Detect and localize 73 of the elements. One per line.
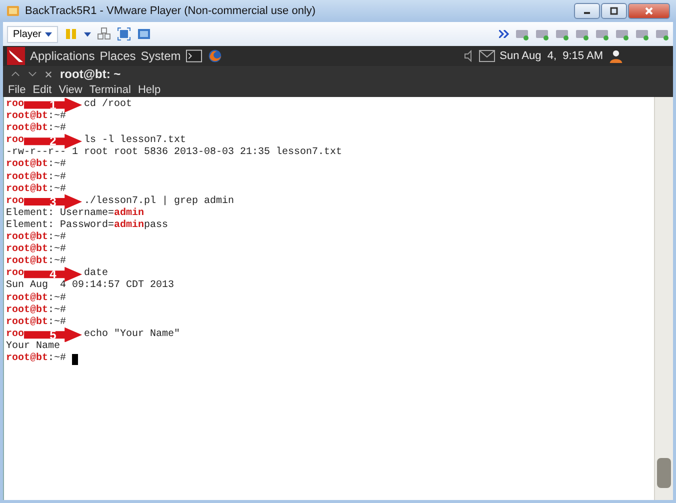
prompt: root@bt:~#	[6, 159, 66, 172]
device-icon[interactable]	[515, 27, 529, 41]
device-icon[interactable]	[595, 27, 609, 41]
close-icon[interactable]	[45, 70, 52, 78]
prompt: roo	[6, 268, 24, 280]
menu-item[interactable]: Edit	[32, 84, 52, 96]
prompt: root@bt:~#	[6, 292, 66, 304]
panel-menu[interactable]: System	[140, 49, 181, 63]
chevron-icon[interactable]	[499, 30, 509, 38]
window-title: BackTrack5R1 - VMware Player (Non-commercial use only)	[25, 5, 316, 17]
panel-menu[interactable]: Applications	[30, 49, 95, 63]
prompt: root@bt:~#	[6, 232, 66, 244]
output-text: admin	[114, 220, 144, 231]
terminal-icon[interactable]	[186, 49, 202, 63]
device-icon[interactable]	[535, 27, 549, 41]
device-icon[interactable]	[615, 27, 629, 41]
network-icon[interactable]	[97, 27, 112, 41]
maximize-button[interactable]	[601, 3, 627, 19]
prompt: root@bt:~#	[6, 172, 66, 184]
device-icon[interactable]	[655, 27, 669, 41]
prompt: root@bt:~#	[6, 123, 66, 136]
scroll-thumb[interactable]	[657, 458, 671, 488]
command: cd /root	[84, 99, 132, 112]
device-icon[interactable]	[635, 27, 649, 41]
output-text: Your Name	[6, 340, 60, 352]
prompt: roo	[6, 135, 24, 148]
command: ./lesson7.pl | grep admin	[84, 196, 234, 208]
panel-menu[interactable]: Places	[100, 49, 136, 63]
clock[interactable]: Sun Aug 4, 9:15 AM	[500, 50, 603, 62]
prompt: root@bt:~#	[6, 316, 66, 329]
command: date	[84, 268, 108, 280]
output-text: Sun Aug 4 09:14:57 CDT 2013	[6, 280, 174, 292]
scrollbar[interactable]	[654, 97, 673, 500]
command: ls -l lesson7.txt	[84, 135, 186, 147]
up-icon[interactable]	[11, 71, 20, 77]
command: echo "Your Name"	[84, 328, 180, 341]
dropdown-icon[interactable]	[84, 32, 92, 36]
device-icon[interactable]	[575, 27, 589, 41]
output-text: -rw-r--r-- 1 root root 5836 2013-08-03 21:35 lesson7.txt	[6, 147, 342, 158]
output-text: Element: Username=	[6, 208, 114, 219]
output-text: pass	[144, 220, 168, 231]
app-icon	[6, 4, 20, 18]
player-menu[interactable]: Player	[7, 26, 58, 42]
menu-item[interactable]: Help	[138, 84, 161, 96]
minimize-button[interactable]	[574, 3, 600, 19]
maximize-icon	[609, 6, 619, 16]
browser-icon[interactable]	[206, 49, 223, 63]
prompt: roo	[6, 328, 24, 341]
prompt: root@bt:~#	[6, 304, 66, 316]
prompt: root@bt:~#	[6, 111, 66, 122]
prompt: root@bt:~#	[6, 352, 66, 366]
terminal-title: root@bt: ~	[60, 67, 121, 81]
menu-item[interactable]: Terminal	[89, 84, 131, 96]
fullscreen-icon[interactable]	[117, 27, 132, 41]
mail-icon[interactable]	[478, 49, 495, 63]
close-icon	[644, 6, 654, 16]
prompt: root@bt:~#	[6, 256, 66, 268]
prompt: roo	[6, 99, 24, 110]
device-icon[interactable]	[555, 27, 569, 41]
dragon-logo-icon[interactable]	[7, 47, 25, 65]
prompt: root@bt:~#	[6, 184, 66, 196]
prompt: roo	[6, 196, 24, 208]
menu-item[interactable]: View	[58, 84, 82, 96]
prompt: root@bt:~#	[6, 244, 66, 256]
user-icon[interactable]	[608, 49, 624, 63]
window-icon[interactable]	[137, 27, 152, 41]
close-button[interactable]	[628, 3, 670, 19]
speaker-icon[interactable]	[464, 50, 474, 62]
down-icon[interactable]	[28, 71, 37, 77]
caret-icon	[45, 32, 52, 36]
output-text: admin	[114, 208, 144, 219]
menu-item[interactable]: File	[8, 84, 26, 96]
output-text: Element: Password=	[6, 220, 114, 231]
